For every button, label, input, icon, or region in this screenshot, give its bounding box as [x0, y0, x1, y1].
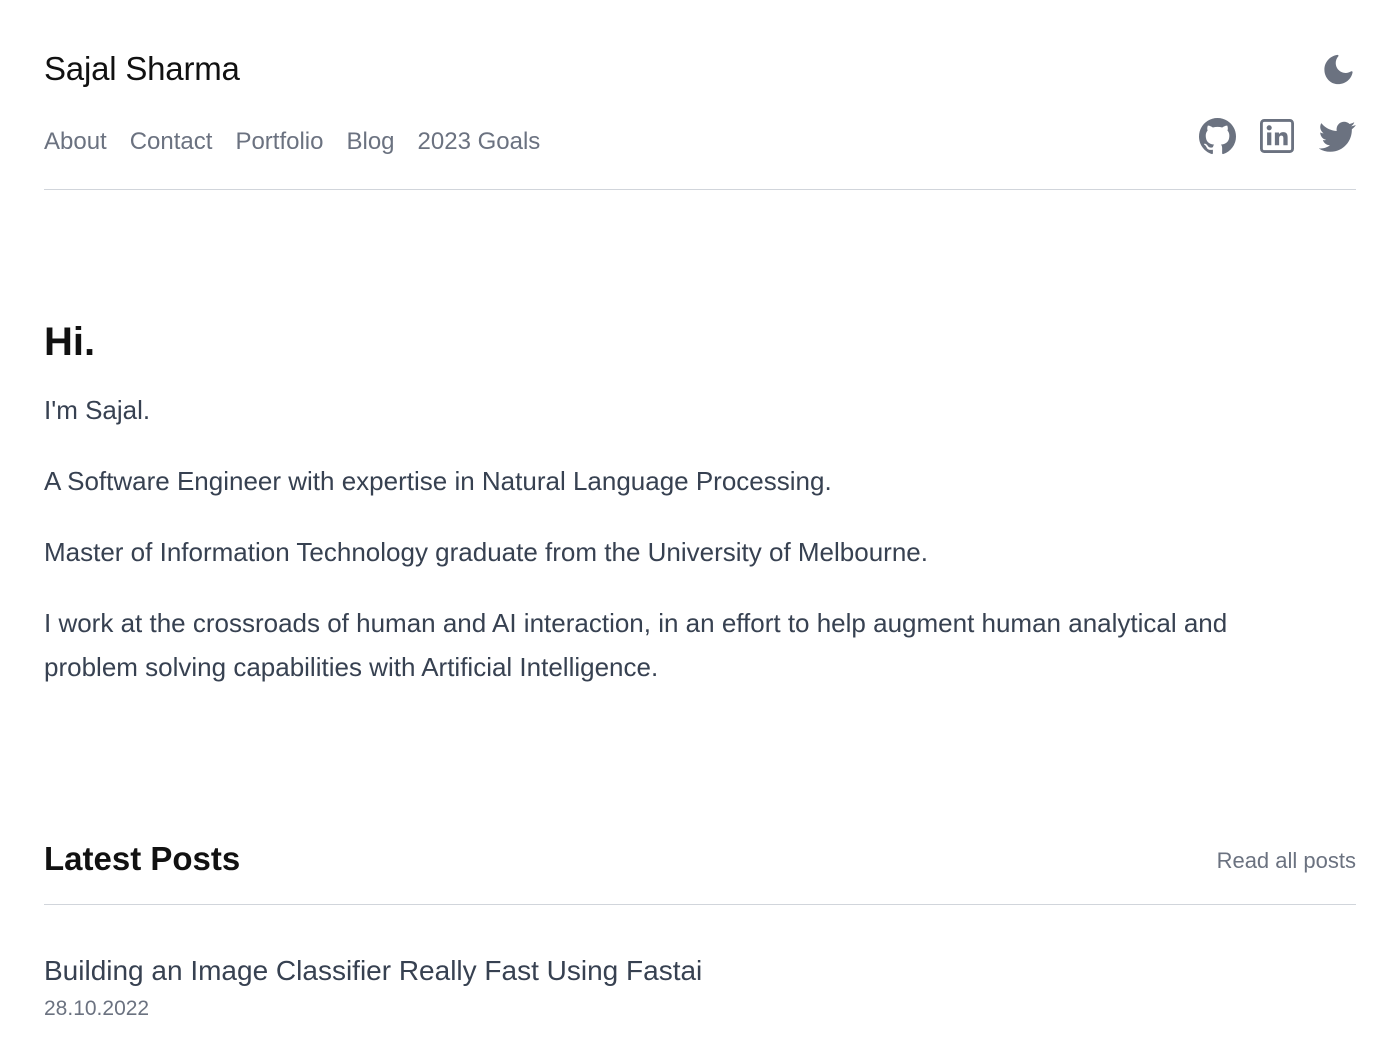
- twitter-link[interactable]: [1318, 117, 1356, 155]
- post-date: 28.10.2022: [44, 997, 150, 1020]
- nav-link-blog[interactable]: Blog: [346, 128, 394, 156]
- hero-mission: I work at the crossroads of human and AI…: [44, 608, 1228, 682]
- hero-heading: Hi.: [44, 320, 96, 364]
- github-icon: [1198, 117, 1236, 155]
- github-link[interactable]: [1198, 117, 1236, 155]
- latest-posts-header: Latest Posts Read all posts: [44, 836, 1356, 905]
- site-title[interactable]: Sajal Sharma: [44, 50, 240, 88]
- latest-posts-heading: Latest Posts: [44, 840, 241, 877]
- twitter-icon: [1318, 118, 1356, 155]
- moon-icon: [1321, 53, 1355, 87]
- hero-education: Master of Information Technology graduat…: [44, 537, 928, 567]
- hero-role: A Software Engineer with expertise in Na…: [44, 466, 832, 496]
- hero-section: Hi. I'm Sajal. A Software Engineer with …: [44, 318, 1356, 716]
- social-links: [1198, 117, 1356, 155]
- page: Sajal Sharma About Contact Portfolio Blo…: [0, 0, 1400, 1050]
- linkedin-icon: [1260, 119, 1294, 153]
- hero-intro: I'm Sajal.: [44, 395, 151, 425]
- nav-link-about[interactable]: About: [44, 128, 107, 156]
- post-title-link[interactable]: Building an Image Classifier Really Fast…: [44, 953, 1356, 989]
- main-nav: About Contact Portfolio Blog 2023 Goals: [44, 128, 540, 156]
- site-header: Sajal Sharma About Contact Portfolio Blo…: [44, 0, 1356, 190]
- linkedin-link[interactable]: [1258, 117, 1296, 155]
- nav-link-contact[interactable]: Contact: [130, 128, 213, 156]
- latest-posts-section: Latest Posts Read all posts Building an …: [44, 836, 1356, 1021]
- nav-link-2023-goals[interactable]: 2023 Goals: [418, 128, 541, 156]
- theme-toggle-button[interactable]: [1320, 52, 1356, 88]
- nav-link-portfolio[interactable]: Portfolio: [235, 128, 323, 156]
- post-item: Building an Image Classifier Really Fast…: [44, 953, 1356, 1021]
- read-all-posts-link[interactable]: Read all posts: [1217, 848, 1356, 874]
